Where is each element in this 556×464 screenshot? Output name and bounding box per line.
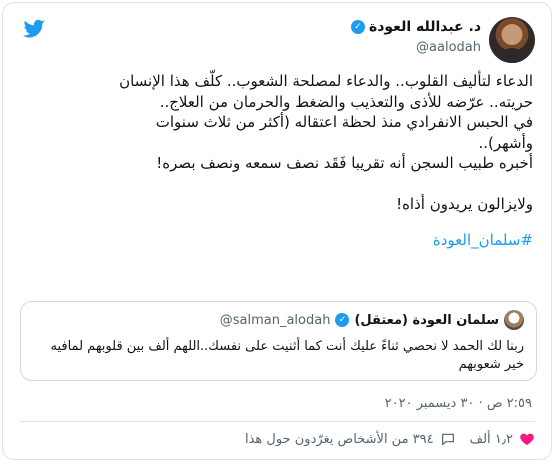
author-block: د. عبدالله العودة ✓ @aalodah (350, 19, 481, 55)
avatar[interactable] (504, 310, 524, 330)
quoted-author-name[interactable]: سلمان العودة (معتقل) (354, 313, 499, 328)
quoted-author-handle[interactable]: @salman_alodah (220, 313, 331, 328)
tweet-line: حريته.. عرّضه للأذى والتعذيب والضغط والح… (159, 92, 533, 111)
tweet-card: د. عبدالله العودة ✓ @aalodah الدعاء لتأل… (2, 2, 552, 460)
people-talking-count[interactable]: ٣٩٤ من الأشخاص يغرّدون حول هذا (245, 432, 434, 447)
quoted-tweet[interactable]: سلمان العودة (معتقل) ✓ @salman_alodah رب… (20, 301, 537, 381)
tweet-line: وأشهر).. (478, 133, 533, 152)
tweet-line: أخبره طبيب السجن أنه تقريبا فَقَد نصف سم… (156, 154, 533, 172)
tweet-line: ولايزالون يريدون أذاه! (396, 194, 533, 213)
like-button[interactable]: ١٫٢ ألف (470, 431, 535, 447)
tweet-text: الدعاء لتأليف القلوب.. والدعاء لمصلحة ال… (19, 71, 533, 251)
author-name[interactable]: د. عبدالله العودة (369, 19, 481, 35)
author-handle[interactable]: @aalodah (351, 40, 481, 55)
hashtag-link[interactable]: #سلمان_العودة (19, 230, 533, 251)
quoted-header: سلمان العودة (معتقل) ✓ @salman_alodah (220, 310, 524, 330)
verified-icon: ✓ (335, 313, 350, 327)
heart-icon[interactable] (519, 431, 535, 447)
like-count: ١٫٢ ألف (469, 431, 513, 447)
reply-icon[interactable] (440, 431, 456, 447)
verified-icon: ✓ (350, 20, 365, 34)
tweet-line: في الحبس الانفرادي منذ لحظة اعتقاله (أكث… (155, 113, 533, 131)
quoted-text: ربنا لك الحمد لا نحصي ثناءً عليك أنت كما… (50, 339, 524, 372)
twitter-bird-icon[interactable] (21, 17, 47, 41)
reply-button[interactable]: ٣٩٤ من الأشخاص يغرّدون حول هذا (245, 431, 456, 447)
tweet-header: د. عبدالله العودة ✓ @aalodah (21, 17, 535, 65)
tweet-date[interactable]: ٢:٥٩ ص · ٣٠ ديسمبر ٢٠٢٠ (385, 396, 532, 411)
tweet-actions: ١٫٢ ألف ٣٩٤ من الأشخاص يغرّدون حول هذا (245, 431, 535, 447)
avatar[interactable] (489, 17, 535, 63)
author-name-row[interactable]: د. عبدالله العودة ✓ (350, 19, 481, 35)
divider (19, 421, 535, 422)
tweet-line: الدعاء لتأليف القلوب.. والدعاء لمصلحة ال… (119, 72, 533, 90)
